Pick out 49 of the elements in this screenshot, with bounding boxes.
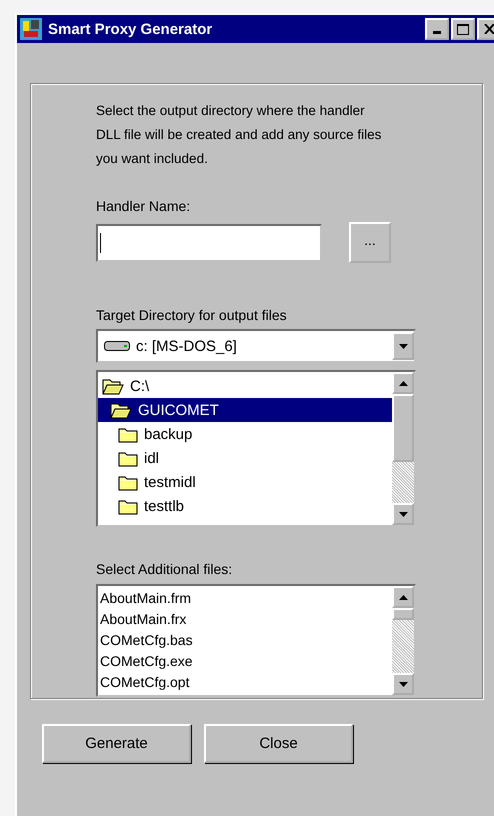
- scroll-down-icon: [398, 682, 408, 686]
- scroll-down-icon: [398, 344, 408, 348]
- folder-icon: [118, 450, 138, 466]
- close-dialog-button[interactable]: Close: [204, 724, 353, 763]
- scroll-up-icon: [398, 380, 408, 386]
- file-item[interactable]: COMetCfg.exe: [98, 651, 392, 672]
- folder-icon: [118, 426, 138, 442]
- file-item[interactable]: COMetCfg.bas: [98, 630, 392, 651]
- maximize-button[interactable]: [451, 18, 475, 40]
- instructions-text: Select the output directory where the handler DLL file will be created and add any source files you want included.: [96, 102, 382, 168]
- drive-icon: [104, 340, 130, 352]
- folder-item[interactable]: idl: [98, 446, 392, 470]
- handler-name-field[interactable]: [96, 224, 322, 262]
- generate-button[interactable]: Generate: [42, 724, 191, 763]
- folder-item[interactable]: testmidl: [98, 470, 392, 494]
- close-button[interactable]: [477, 18, 494, 40]
- scroll-up-icon: [398, 594, 408, 600]
- scroll-thumb[interactable]: [392, 394, 414, 462]
- folder-scrollbar[interactable]: [392, 372, 414, 525]
- open-folder-icon: [110, 402, 132, 418]
- drive-dropdown[interactable]: c: [MS-DOS_6]: [96, 329, 416, 363]
- close-icon: [484, 24, 494, 34]
- target-directory-label: Target Directory for output files: [96, 307, 288, 323]
- scroll-down-icon: [398, 512, 408, 516]
- folder-item[interactable]: testtlb: [98, 494, 392, 518]
- dropdown-button[interactable]: [392, 332, 414, 360]
- open-folder-icon: [102, 378, 124, 394]
- file-item[interactable]: COMetCfg.opt: [98, 672, 392, 693]
- folder-icon: [118, 474, 138, 490]
- window-title: Smart Proxy Generator: [48, 20, 214, 38]
- maximize-icon: [457, 24, 469, 34]
- files-scrollbar[interactable]: [392, 586, 414, 695]
- folder-item[interactable]: C:\: [98, 374, 392, 398]
- browse-button[interactable]: ...: [349, 222, 391, 263]
- scroll-thumb[interactable]: [392, 608, 414, 620]
- app-icon: [20, 18, 42, 40]
- scroll-down-button[interactable]: [392, 673, 414, 695]
- minimize-button[interactable]: [425, 18, 449, 40]
- folder-icon: [118, 498, 138, 514]
- scroll-up-button[interactable]: [392, 586, 414, 608]
- file-item[interactable]: AboutMain.frx: [98, 609, 392, 630]
- handler-name-label: Handler Name:: [96, 198, 192, 214]
- file-item[interactable]: AboutMain.frm: [98, 588, 392, 609]
- scroll-down-button[interactable]: [392, 503, 414, 525]
- additional-files-label: Select Additional files:: [96, 561, 234, 577]
- folder-item[interactable]: GUICOMET: [98, 398, 392, 422]
- minimize-icon: [433, 31, 441, 34]
- scroll-up-button[interactable]: [392, 372, 414, 394]
- folder-item[interactable]: backup: [98, 422, 392, 446]
